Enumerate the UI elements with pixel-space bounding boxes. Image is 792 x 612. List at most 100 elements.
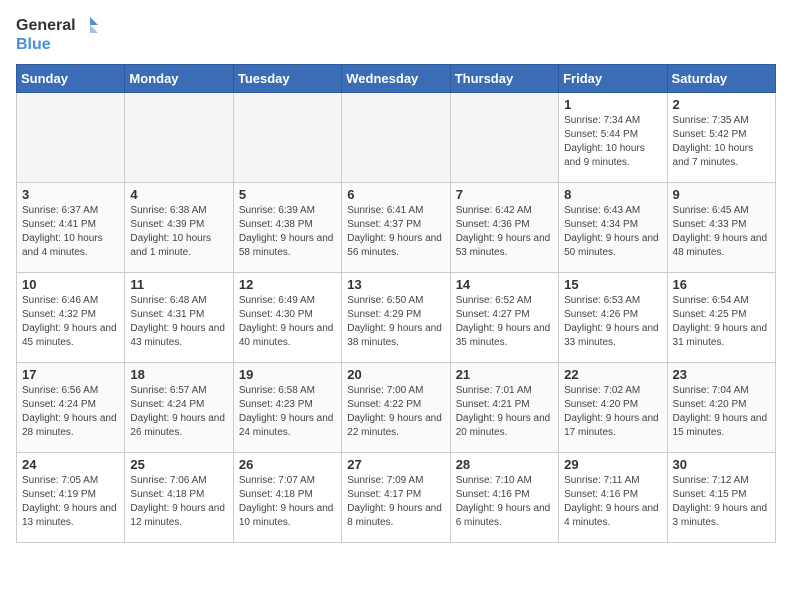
- day-number: 25: [130, 457, 227, 472]
- calendar-cell: 29Sunrise: 7:11 AMSunset: 4:16 PMDayligh…: [559, 453, 667, 543]
- day-info: Sunrise: 7:02 AMSunset: 4:20 PMDaylight:…: [564, 384, 661, 440]
- day-info: Sunrise: 6:56 AMSunset: 4:24 PMDaylight:…: [22, 384, 119, 440]
- calendar-cell: 6 Sunrise: 6:41 AMSunset: 4:37 PMDaylight…: [342, 183, 450, 273]
- calendar-table: SundayMondayTuesdayWednesdayThursdayFrid…: [16, 64, 776, 543]
- day-info: Sunrise: 6:42 AMSunset: 4:36 PMDaylight:…: [456, 204, 553, 260]
- header: General Blue: [16, 16, 776, 54]
- day-number: 4: [130, 187, 227, 202]
- weekday-header-tuesday: Tuesday: [233, 65, 341, 93]
- weekday-header-row: SundayMondayTuesdayWednesdayThursdayFrid…: [17, 65, 776, 93]
- calendar-cell: 25 Sunrise: 7:06 AMSunset: 4:18 PMDayligh…: [125, 453, 233, 543]
- day-number: 30: [673, 457, 770, 472]
- day-number: 12: [239, 277, 336, 292]
- day-number: 3: [22, 187, 119, 202]
- day-number: 19: [239, 367, 336, 382]
- day-number: 28: [456, 457, 553, 472]
- calendar-cell: 18Sunrise: 6:57 AMSunset: 4:24 PMDayligh…: [125, 363, 233, 453]
- calendar-week-2: 3 Sunrise: 6:37 AMSunset: 4:41 PMDaylight…: [17, 183, 776, 273]
- calendar-week-5: 24 Sunrise: 7:05 AMSunset: 4:19 PMDayligh…: [17, 453, 776, 543]
- day-number: 23: [673, 367, 770, 382]
- calendar-cell: 14 Sunrise: 6:52 AMSunset: 4:27 PMDayligh…: [450, 273, 558, 363]
- day-info: Sunrise: 7:01 AMSunset: 4:21 PMDaylight:…: [456, 384, 553, 440]
- day-number: 15: [564, 277, 661, 292]
- calendar-cell: [450, 93, 558, 183]
- calendar-cell: 7 Sunrise: 6:42 AMSunset: 4:36 PMDaylight…: [450, 183, 558, 273]
- day-info: Sunrise: 6:54 AMSunset: 4:25 PMDaylight:…: [673, 294, 770, 350]
- calendar-cell: 1 Sunrise: 7:34 AMSunset: 5:44 PMDaylight…: [559, 93, 667, 183]
- day-info: Sunrise: 6:52 AMSunset: 4:27 PMDaylight:…: [456, 294, 553, 350]
- day-info: Sunrise: 7:06 AMSunset: 4:18 PMDaylight:…: [130, 474, 227, 530]
- calendar-cell: 23 Sunrise: 7:04 AMSunset: 4:20 PMDayligh…: [667, 363, 775, 453]
- day-number: 14: [456, 277, 553, 292]
- calendar-cell: 10Sunrise: 6:46 AMSunset: 4:32 PMDayligh…: [17, 273, 125, 363]
- logo-bird-icon: [78, 17, 98, 35]
- calendar-cell: 12 Sunrise: 6:49 AMSunset: 4:30 PMDayligh…: [233, 273, 341, 363]
- calendar-cell: 21 Sunrise: 7:01 AMSunset: 4:21 PMDayligh…: [450, 363, 558, 453]
- day-info: Sunrise: 6:37 AMSunset: 4:41 PMDaylight:…: [22, 204, 119, 260]
- day-number: 1: [564, 97, 661, 112]
- day-info: Sunrise: 7:05 AMSunset: 4:19 PMDaylight:…: [22, 474, 119, 530]
- day-info: Sunrise: 7:12 AMSunset: 4:15 PMDaylight:…: [673, 474, 770, 530]
- day-number: 2: [673, 97, 770, 112]
- calendar-cell: 15 Sunrise: 6:53 AMSunset: 4:26 PMDayligh…: [559, 273, 667, 363]
- day-info: Sunrise: 7:35 AMSunset: 5:42 PMDaylight:…: [673, 114, 770, 170]
- logo: General Blue: [16, 16, 98, 54]
- day-info: Sunrise: 6:48 AMSunset: 4:31 PMDaylight:…: [130, 294, 227, 350]
- day-number: 20: [347, 367, 444, 382]
- calendar-week-4: 17 Sunrise: 6:56 AMSunset: 4:24 PMDayligh…: [17, 363, 776, 453]
- day-number: 16: [673, 277, 770, 292]
- day-info: Sunrise: 6:46 AMSunset: 4:32 PMDaylight:…: [22, 294, 119, 350]
- weekday-header-wednesday: Wednesday: [342, 65, 450, 93]
- day-number: 24: [22, 457, 119, 472]
- calendar-cell: [125, 93, 233, 183]
- day-number: 7: [456, 187, 553, 202]
- day-info: Sunrise: 6:50 AMSunset: 4:29 PMDaylight:…: [347, 294, 444, 350]
- calendar-week-1: 1 Sunrise: 7:34 AMSunset: 5:44 PMDaylight…: [17, 93, 776, 183]
- calendar-cell: 30 Sunrise: 7:12 AMSunset: 4:15 PMDayligh…: [667, 453, 775, 543]
- calendar-cell: 9 Sunrise: 6:45 AMSunset: 4:33 PMDaylight…: [667, 183, 775, 273]
- day-number: 8: [564, 187, 661, 202]
- day-info: Sunrise: 7:04 AMSunset: 4:20 PMDaylight:…: [673, 384, 770, 440]
- calendar-cell: 17 Sunrise: 6:56 AMSunset: 4:24 PMDayligh…: [17, 363, 125, 453]
- day-number: 18: [130, 367, 227, 382]
- day-number: 21: [456, 367, 553, 382]
- day-info: Sunrise: 6:41 AMSunset: 4:37 PMDaylight:…: [347, 204, 444, 260]
- weekday-header-thursday: Thursday: [450, 65, 558, 93]
- calendar-cell: 16 Sunrise: 6:54 AMSunset: 4:25 PMDayligh…: [667, 273, 775, 363]
- day-info: Sunrise: 6:45 AMSunset: 4:33 PMDaylight:…: [673, 204, 770, 260]
- calendar-cell: 2 Sunrise: 7:35 AMSunset: 5:42 PMDaylight…: [667, 93, 775, 183]
- day-info: Sunrise: 7:11 AMSunset: 4:16 PMDaylight:…: [564, 474, 661, 530]
- day-number: 13: [347, 277, 444, 292]
- day-info: Sunrise: 7:10 AMSunset: 4:16 PMDaylight:…: [456, 474, 553, 530]
- calendar-cell: 24 Sunrise: 7:05 AMSunset: 4:19 PMDayligh…: [17, 453, 125, 543]
- calendar-week-3: 10Sunrise: 6:46 AMSunset: 4:32 PMDayligh…: [17, 273, 776, 363]
- calendar-cell: 11Sunrise: 6:48 AMSunset: 4:31 PMDayligh…: [125, 273, 233, 363]
- day-info: Sunrise: 6:49 AMSunset: 4:30 PMDaylight:…: [239, 294, 336, 350]
- calendar-cell: [17, 93, 125, 183]
- day-info: Sunrise: 6:58 AMSunset: 4:23 PMDaylight:…: [239, 384, 336, 440]
- day-info: Sunrise: 7:07 AMSunset: 4:18 PMDaylight:…: [239, 474, 336, 530]
- day-number: 5: [239, 187, 336, 202]
- day-info: Sunrise: 7:00 AMSunset: 4:22 PMDaylight:…: [347, 384, 444, 440]
- calendar-cell: [342, 93, 450, 183]
- day-info: Sunrise: 6:39 AMSunset: 4:38 PMDaylight:…: [239, 204, 336, 260]
- calendar-header: SundayMondayTuesdayWednesdayThursdayFrid…: [17, 65, 776, 93]
- logo-general: General: [16, 16, 76, 35]
- day-info: Sunrise: 6:53 AMSunset: 4:26 PMDaylight:…: [564, 294, 661, 350]
- calendar-cell: 28 Sunrise: 7:10 AMSunset: 4:16 PMDayligh…: [450, 453, 558, 543]
- calendar-cell: 13 Sunrise: 6:50 AMSunset: 4:29 PMDayligh…: [342, 273, 450, 363]
- day-number: 22: [564, 367, 661, 382]
- weekday-header-friday: Friday: [559, 65, 667, 93]
- day-number: 9: [673, 187, 770, 202]
- day-number: 17: [22, 367, 119, 382]
- calendar-cell: 5 Sunrise: 6:39 AMSunset: 4:38 PMDaylight…: [233, 183, 341, 273]
- logo-blue: Blue: [16, 35, 51, 54]
- day-info: Sunrise: 7:34 AMSunset: 5:44 PMDaylight:…: [564, 114, 661, 170]
- weekday-header-saturday: Saturday: [667, 65, 775, 93]
- calendar-cell: 4Sunrise: 6:38 AMSunset: 4:39 PMDaylight…: [125, 183, 233, 273]
- day-info: Sunrise: 7:09 AMSunset: 4:17 PMDaylight:…: [347, 474, 444, 530]
- day-number: 26: [239, 457, 336, 472]
- day-info: Sunrise: 6:43 AMSunset: 4:34 PMDaylight:…: [564, 204, 661, 260]
- day-number: 6: [347, 187, 444, 202]
- weekday-header-sunday: Sunday: [17, 65, 125, 93]
